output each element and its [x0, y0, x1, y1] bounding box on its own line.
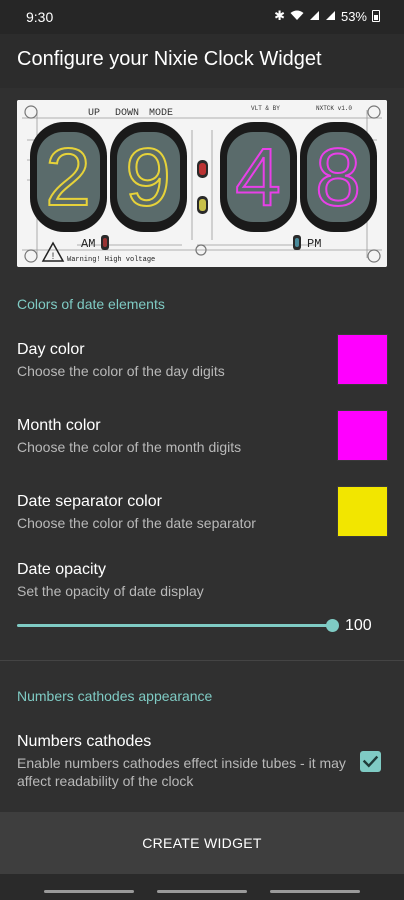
check-icon: [362, 755, 379, 768]
widget-preview: UP DOWN MODE VLT & BY NXTCK v1.0 2 9 4 8…: [17, 100, 387, 267]
pref-separator-color-title: Date separator color: [17, 493, 162, 510]
pref-day-color[interactable]: Day color Choose the color of the day di…: [17, 341, 327, 380]
battery-percent: 53%: [340, 8, 367, 24]
slider-track[interactable]: [17, 624, 333, 627]
pref-month-color-summary: Choose the color of the month digits: [17, 439, 242, 455]
nav-home-icon[interactable]: [157, 890, 247, 893]
preview-brand: VLT & BY: [251, 105, 280, 112]
status-bar: 9:30 ✱ 53%: [0, 0, 404, 34]
section-date-colors: Colors of date elements: [17, 296, 165, 312]
month-color-swatch[interactable]: [337, 410, 388, 461]
status-icons: ✱ 53%: [274, 8, 380, 24]
navigation-bar: [0, 874, 404, 900]
pref-separator-color[interactable]: Date separator color Choose the color of…: [17, 493, 327, 532]
nixie-digit-3: 4: [235, 132, 281, 223]
pref-date-opacity: Date opacity Set the opacity of date dis…: [17, 561, 327, 600]
preview-label-down: DOWN: [115, 108, 139, 119]
wifi-icon: [290, 9, 304, 24]
preview-model: NXTCK v1.0: [316, 105, 352, 112]
nixie-digit-4: 8: [315, 132, 361, 223]
preview-label-mode: MODE: [149, 108, 173, 119]
day-color-swatch[interactable]: [337, 334, 388, 385]
page-title: Configure your Nixie Clock Widget: [17, 48, 322, 70]
pref-day-color-summary: Choose the color of the day digits: [17, 363, 225, 379]
preview-label-up: UP: [88, 108, 100, 119]
date-opacity-slider[interactable]: [17, 618, 342, 634]
pref-month-color[interactable]: Month color Choose the color of the mont…: [17, 417, 327, 456]
pref-numbers-cathodes[interactable]: Numbers cathodes Enable numbers cathodes…: [17, 733, 347, 790]
date-opacity-value: 100: [345, 617, 372, 634]
create-widget-button[interactable]: CREATE WIDGET: [0, 812, 404, 874]
nixie-digit-2: 9: [125, 132, 171, 223]
nav-back-icon[interactable]: [270, 890, 360, 893]
nixie-digit-1: 2: [45, 132, 91, 223]
app-bar: Configure your Nixie Clock Widget: [0, 34, 404, 88]
cathodes-checkbox[interactable]: [360, 751, 381, 772]
nixie-clock-illustration: UP DOWN MODE VLT & BY NXTCK v1.0 2 9 4 8…: [17, 100, 387, 267]
divider: [0, 660, 404, 661]
pref-date-opacity-summary: Set the opacity of date display: [17, 583, 204, 599]
sync-icon: ✱: [274, 8, 285, 23]
svg-text:!: !: [52, 251, 55, 261]
battery-icon: [372, 10, 380, 22]
pref-month-color-title: Month color: [17, 417, 101, 434]
pref-cathodes-summary: Enable numbers cathodes effect inside tu…: [17, 755, 346, 789]
pref-day-color-title: Day color: [17, 341, 85, 358]
signal-icon: [309, 9, 320, 24]
pref-date-opacity-title: Date opacity: [17, 561, 106, 578]
section-cathodes: Numbers cathodes appearance: [17, 688, 213, 704]
pm-label: PM: [307, 237, 321, 251]
pref-cathodes-title: Numbers cathodes: [17, 733, 152, 750]
signal-2-icon: [325, 9, 336, 24]
separator-color-swatch[interactable]: [337, 486, 388, 537]
slider-thumb[interactable]: [326, 619, 339, 632]
nav-recents-icon[interactable]: [44, 890, 134, 893]
pref-separator-color-summary: Choose the color of the date separator: [17, 515, 256, 531]
am-label: AM: [81, 237, 95, 251]
status-time: 9:30: [26, 9, 54, 25]
warning-text: Warning! High voltage: [67, 256, 155, 264]
